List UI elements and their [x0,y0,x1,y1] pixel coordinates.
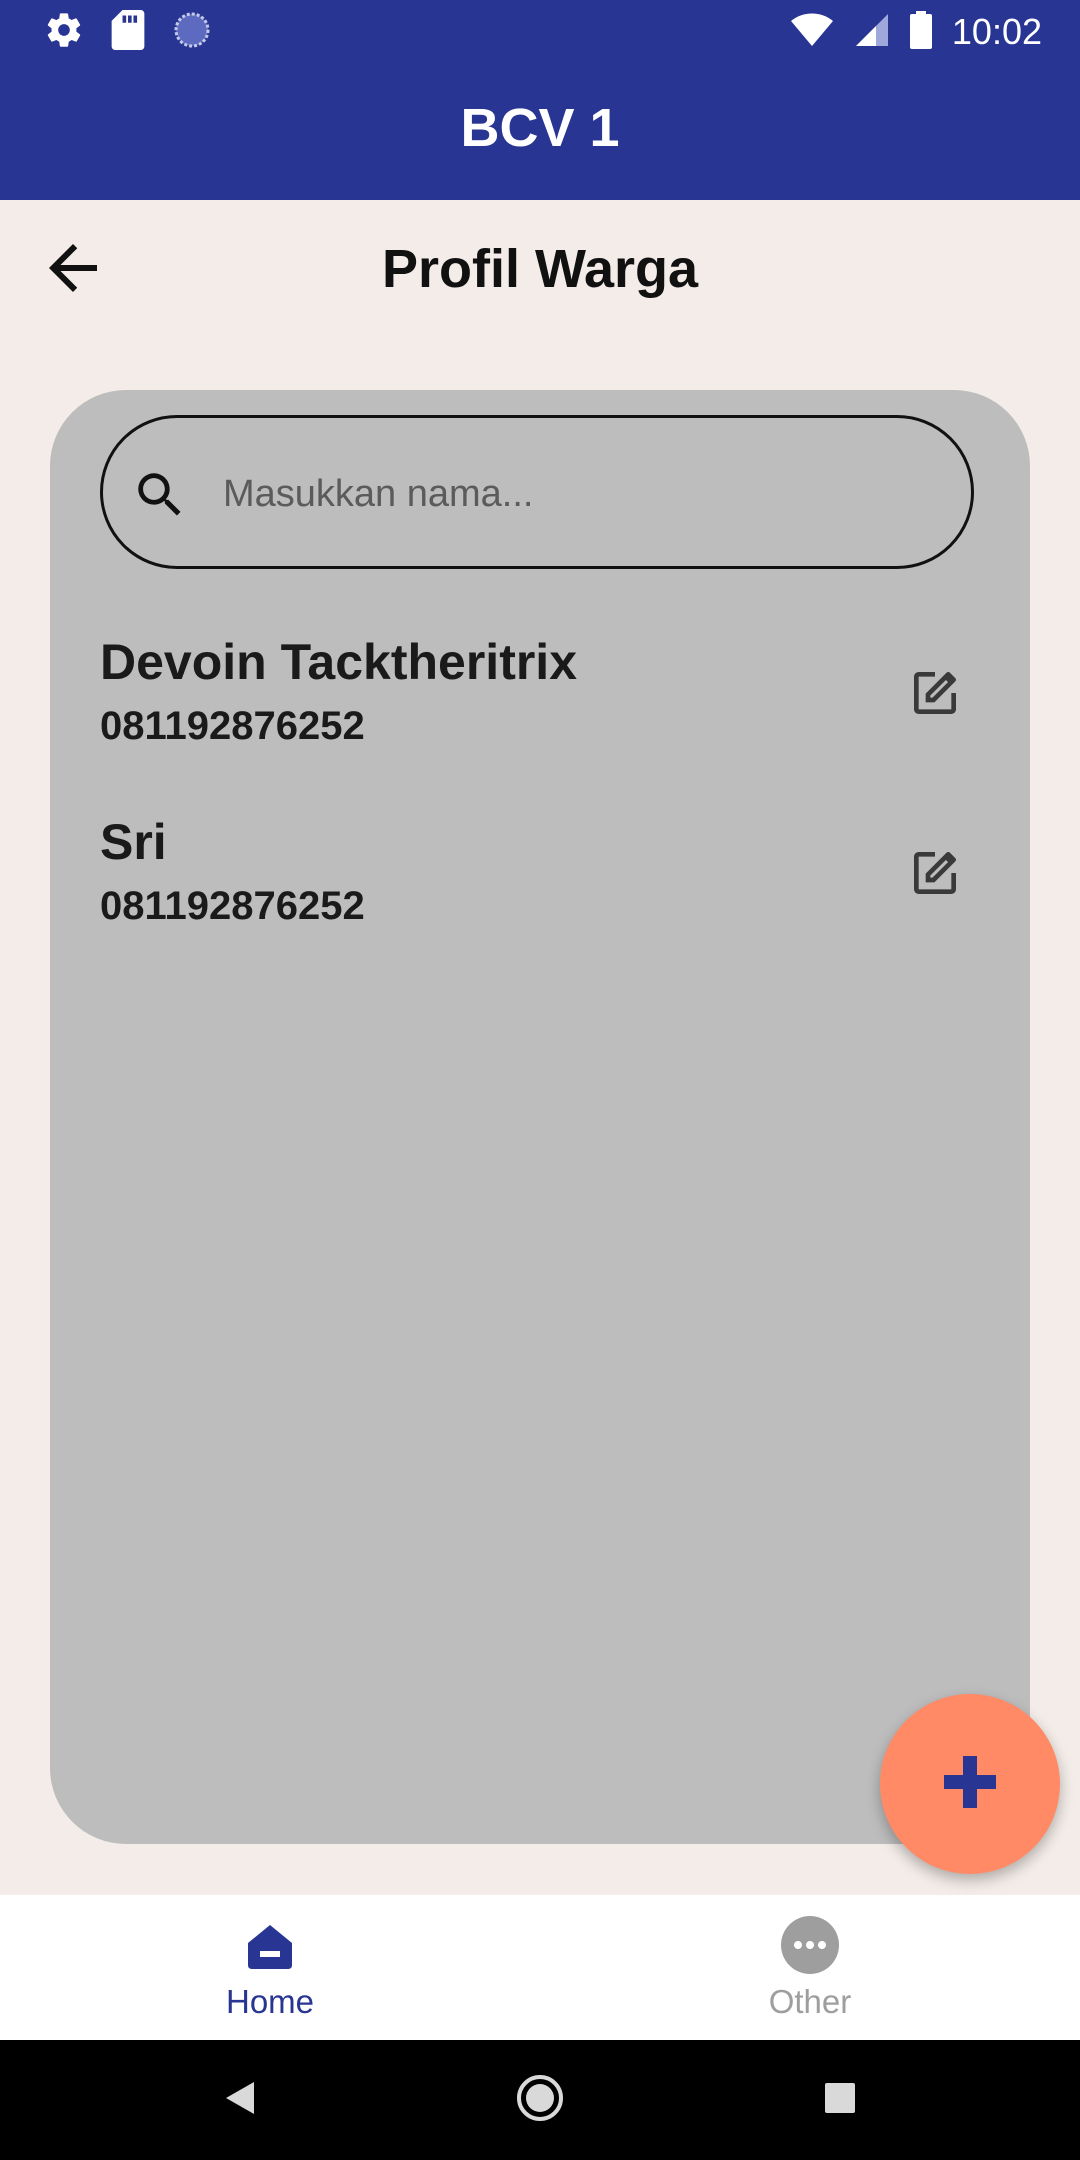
status-time: 10:02 [951,11,1042,52]
nav-label-other: Other [768,1983,852,2020]
sd-card-icon [110,9,146,55]
edit-button[interactable] [890,830,980,920]
gear-icon [44,10,84,55]
home-icon [240,1915,300,1975]
status-bar-left [44,9,212,55]
wifi-icon [790,12,834,53]
status-bar-right: 10:02 [790,8,1042,56]
edit-button[interactable] [890,650,980,740]
search-input[interactable] [221,448,925,540]
list-item[interactable]: Sri 081192876252 [100,810,980,970]
list-item[interactable]: Devoin Tacktheritrix 081192876252 [100,630,980,790]
system-nav-bar [0,2040,1080,2160]
system-back-button[interactable] [210,2070,270,2130]
search-icon [131,466,189,524]
app-title: BCV 1 [460,98,620,158]
search-box[interactable] [100,415,974,569]
square-recents-icon [823,2081,857,2120]
resident-phone: 081192876252 [100,884,365,928]
app-bar: 10:02 BCV 1 [0,0,1080,200]
sync-circle-icon [172,10,212,55]
more-horizontal-icon [780,1915,840,1975]
system-home-button[interactable] [510,2070,570,2130]
resident-name: Sri [100,814,167,870]
add-resident-button[interactable] [880,1694,1060,1874]
residents-card: Devoin Tacktheritrix 081192876252 Sri 08… [50,390,1030,1844]
triangle-back-icon [222,2080,258,2121]
resident-phone: 081192876252 [100,704,365,748]
nav-item-home[interactable]: Home [0,1895,540,2040]
nav-label-home: Home [225,1983,315,2020]
edit-icon [907,665,963,726]
page-title: Profil Warga [381,239,699,299]
resident-name: Devoin Tacktheritrix [100,634,578,690]
system-recents-button[interactable] [810,2070,870,2130]
circle-home-icon [515,2073,565,2128]
plus-icon [940,1752,1000,1817]
nav-item-other[interactable]: Other [540,1895,1080,2040]
edit-icon [907,845,963,906]
bottom-navigation: Home Other [0,1895,1080,2040]
signal-icon [854,12,890,53]
battery-icon [909,10,932,54]
